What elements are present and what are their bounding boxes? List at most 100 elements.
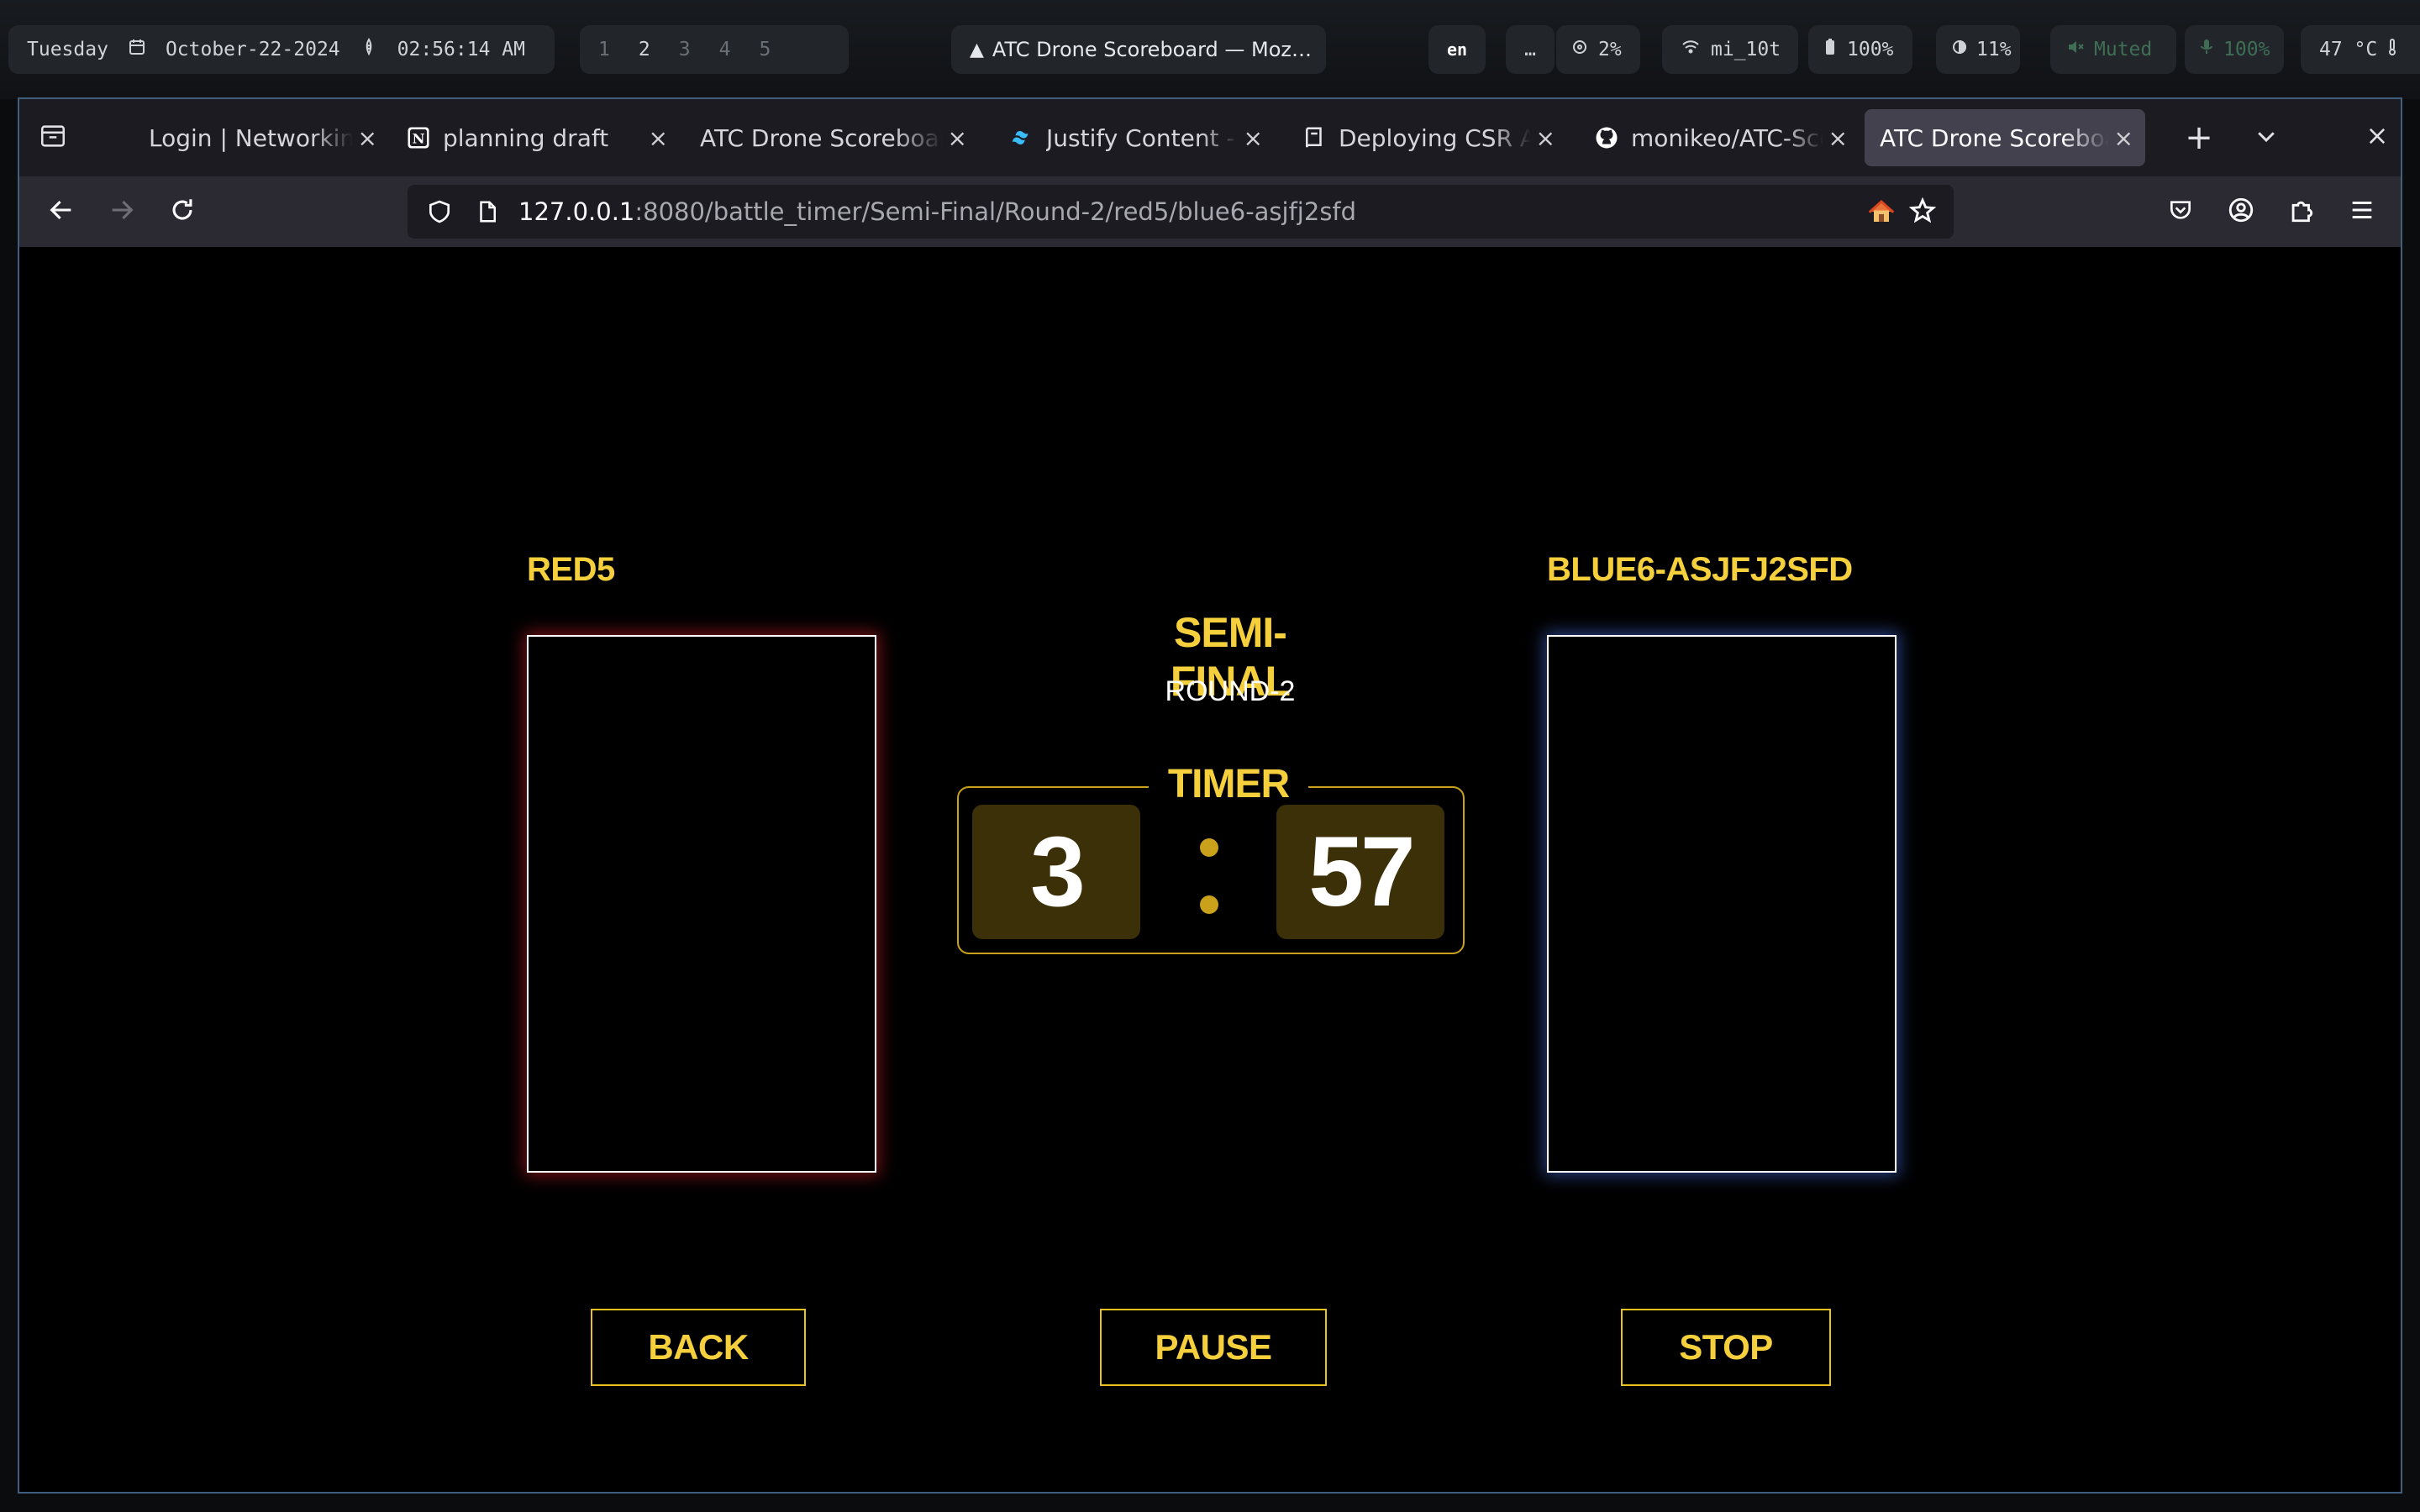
tab-close-icon[interactable]: × (948, 124, 967, 152)
tab-label: ATC Drone Scoreboard (700, 123, 943, 152)
battery-widget[interactable]: 100% (1808, 25, 1912, 74)
blue-pilot-panel (1547, 635, 1897, 1173)
keyboard-layout[interactable]: en (1428, 25, 1486, 74)
pause-button[interactable]: PAUSE (1100, 1309, 1327, 1386)
overflow-label: … (1524, 39, 1536, 60)
tab-label: Login | Networking (149, 123, 353, 152)
firefox-view-button[interactable] (36, 121, 70, 155)
battery-icon (1820, 37, 1840, 62)
active-window-title: ▲ ATC Drone Scoreboard — Moz… (951, 25, 1326, 74)
temperature-value: 47 °C (2319, 39, 2378, 60)
puzzle-icon (2287, 196, 2316, 228)
book-icon (1302, 125, 1327, 150)
wifi-ssid: mi_10t (1711, 39, 1781, 60)
tab-label: monikeo/ATC-Scoreboard (1631, 123, 1823, 152)
arrow-right-icon (108, 196, 136, 228)
thermometer-icon (2382, 37, 2402, 62)
timer-label: TIMER (1149, 761, 1308, 807)
shield-icon[interactable] (426, 198, 453, 225)
tab-close-icon[interactable]: × (1536, 124, 1555, 152)
list-all-tabs-button[interactable] (2249, 121, 2283, 155)
close-icon (2365, 124, 2389, 151)
brightness-widget[interactable]: 11% (1936, 25, 2020, 74)
stop-button[interactable]: STOP (1621, 1309, 1831, 1386)
workspace-1[interactable]: 1 (598, 39, 610, 60)
tab-close-icon[interactable]: × (649, 124, 668, 152)
timer-colon-dot (1200, 838, 1218, 857)
date-label: October-22-2024 (165, 39, 340, 60)
microphone-widget[interactable]: 100% (2185, 25, 2284, 74)
forward-nav-button[interactable] (103, 193, 140, 230)
close-window-button[interactable] (2360, 121, 2394, 155)
tab-close-icon[interactable]: × (1828, 124, 1848, 152)
workspace-5[interactable]: 5 (759, 39, 771, 60)
tab-close-icon[interactable]: × (358, 124, 377, 152)
workspace-2[interactable]: 2 (639, 39, 650, 60)
timer-minutes: 3 (972, 805, 1140, 939)
tray-overflow-button[interactable]: … (1506, 25, 1555, 74)
star-bookmark-icon[interactable] (1908, 197, 1937, 225)
tab-close-icon[interactable]: × (1244, 124, 1263, 152)
tab-justify-content[interactable]: Justify Content - Tailwind × (997, 109, 1275, 166)
account-icon (2227, 196, 2255, 228)
svg-text:N: N (413, 130, 425, 146)
account-button[interactable] (2223, 193, 2260, 230)
workspace-switcher[interactable]: 1 2 3 4 5 (580, 25, 849, 74)
github-icon (1594, 125, 1619, 150)
tab-label: ATC Drone Scoreboard (1880, 123, 2109, 152)
brightness-icon (1949, 37, 1970, 62)
url-host: 127.0.0.1 (518, 197, 635, 226)
pocket-button[interactable] (2162, 193, 2199, 230)
system-top-bar: Tuesday October-22-2024 02:56:14 AM 1 2 … (0, 0, 2420, 99)
tab-label: planning draft (443, 123, 609, 152)
firefox-arrow-icon: ▲ (970, 39, 984, 60)
workspace-3[interactable]: 3 (679, 39, 691, 60)
tab-atc-scoreboard-active[interactable]: ATC Drone Scoreboard × (1865, 109, 2145, 166)
mic-level: 100% (2223, 39, 2270, 60)
battery-level: 100% (1847, 39, 1894, 60)
back-nav-button[interactable] (43, 193, 80, 230)
app-menu-button[interactable] (2344, 193, 2381, 230)
clock-icon (359, 37, 379, 62)
reload-icon (168, 196, 197, 228)
red-pilot-panel (527, 635, 876, 1173)
hamburger-menu-icon (2348, 196, 2376, 228)
blue-pilot-name: BLUE6-ASJFJ2SFD (1547, 551, 1853, 588)
battle-timer-page: RED5 BLUE6-ASJFJ2SFD SEMI-FINAL ROUND-2 … (19, 247, 2401, 1492)
page-icon[interactable] (475, 199, 500, 224)
tab-close-icon[interactable]: × (2114, 124, 2133, 152)
speaker-muted-icon (2065, 37, 2086, 62)
extensions-button[interactable] (2283, 193, 2320, 230)
home-icon[interactable] (1866, 197, 1897, 227)
time-label: 02:56:14 AM (397, 39, 525, 60)
volume-widget[interactable]: Muted (2050, 25, 2176, 74)
wifi-widget[interactable]: mi_10t (1662, 25, 1798, 74)
timer-seconds: 57 (1276, 805, 1444, 939)
tab-strip: Login | Networking × N planning draft × … (19, 99, 2401, 176)
arrow-left-icon (47, 196, 76, 228)
tab-login-networking[interactable]: Login | Networking × (137, 109, 389, 166)
clock-widget[interactable]: Tuesday October-22-2024 02:56:14 AM (8, 25, 555, 74)
tab-label: Deploying CSR Apps (1339, 123, 1531, 152)
cpu-widget[interactable]: 2% (1556, 25, 1640, 74)
tab-planning-draft[interactable]: N planning draft × (394, 109, 680, 166)
timer-colon-dot (1200, 895, 1218, 914)
volume-status: Muted (2094, 39, 2153, 60)
microphone-icon (2196, 37, 2217, 62)
tab-deploying-csr[interactable]: Deploying CSR Apps × (1290, 109, 1567, 166)
url-path: :8080/battle_timer/Semi-Final/Round-2/re… (634, 197, 1357, 226)
firefox-view-icon (39, 122, 67, 154)
temperature-widget[interactable]: 47 °C (2301, 25, 2420, 74)
tab-label: Justify Content - Tailwind (1046, 123, 1239, 152)
workspace-4[interactable]: 4 (719, 39, 731, 60)
pocket-icon (2167, 197, 2194, 227)
notion-icon: N (406, 125, 431, 150)
tab-atc-scoreboard-1[interactable]: ATC Drone Scoreboard × (688, 109, 979, 166)
wifi-icon (1681, 37, 1701, 62)
tailwind-icon (1009, 125, 1034, 150)
reload-button[interactable] (164, 193, 201, 230)
new-tab-button[interactable]: + (2182, 118, 2216, 157)
back-button[interactable]: BACK (591, 1309, 806, 1386)
url-bar[interactable]: 127.0.0.1:8080/battle_timer/Semi-Final/R… (408, 185, 1954, 239)
tab-github-repo[interactable]: monikeo/ATC-Scoreboard × (1582, 109, 1860, 166)
